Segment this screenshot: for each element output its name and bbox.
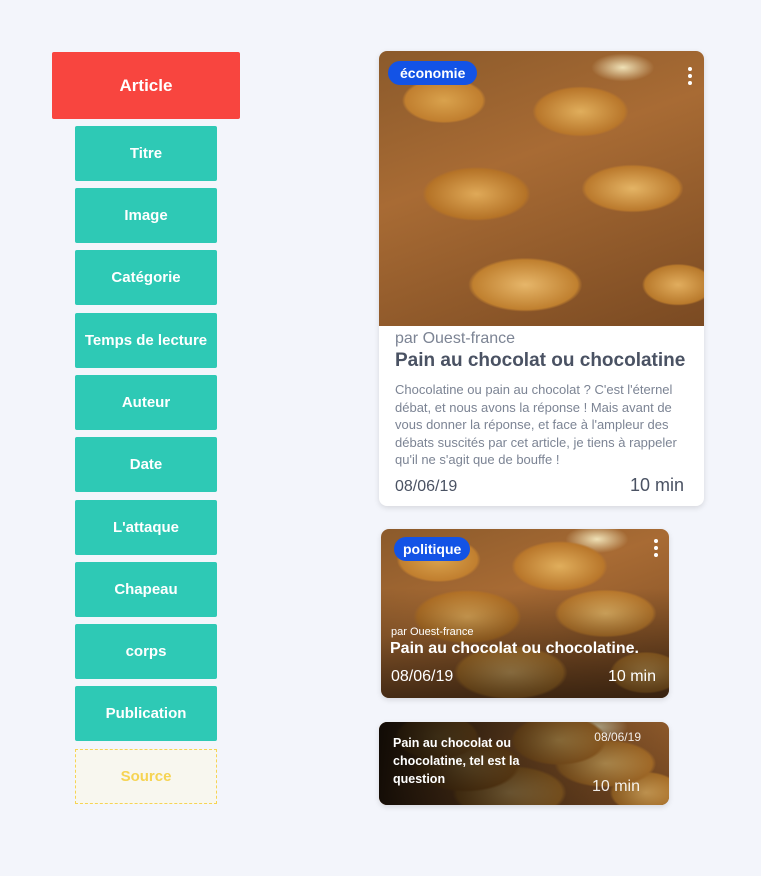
field-source-optional: Source: [75, 749, 217, 804]
field-attaque: L'attaque: [75, 500, 217, 555]
article-date: 08/06/19: [594, 730, 641, 744]
article-card-medium[interactable]: politique par Ouest-france Pain au choco…: [381, 529, 669, 698]
reading-time: 10 min: [591, 778, 640, 795]
field-titre: Titre: [75, 126, 217, 181]
article-description: Chocolatine ou pain au chocolat ? C'est …: [395, 382, 677, 467]
more-options-icon[interactable]: [688, 67, 692, 85]
category-badge[interactable]: politique: [394, 537, 471, 561]
field-publication: Publication: [75, 686, 217, 741]
reading-time: 10 min: [607, 668, 656, 685]
field-categorie: Catégorie: [75, 250, 217, 305]
field-date: Date: [75, 437, 217, 492]
article-image: [379, 51, 704, 326]
field-temps-de-lecture: Temps de lecture: [75, 313, 217, 368]
category-badge[interactable]: économie: [388, 61, 478, 85]
article-title[interactable]: Pain au chocolat ou chocolatine, tel est…: [393, 734, 523, 788]
field-auteur: Auteur: [75, 375, 217, 430]
article-card-large[interactable]: économie par Ouest-france Pain au chocol…: [379, 51, 704, 506]
field-image: Image: [75, 188, 217, 243]
article-date: 08/06/19: [391, 668, 454, 685]
reading-time: 10 min: [629, 475, 684, 495]
article-card-small[interactable]: Pain au chocolat ou chocolatine, tel est…: [379, 722, 669, 805]
article-source: par Ouest-france: [391, 626, 474, 638]
field-corps: corps: [75, 624, 217, 679]
article-title[interactable]: Pain au chocolat ou chocolatine.: [390, 640, 639, 658]
article-title[interactable]: Pain au chocolat ou chocolatine: [395, 350, 685, 372]
article-block: Article: [52, 52, 240, 119]
field-chapeau: Chapeau: [75, 562, 217, 617]
more-options-icon[interactable]: [654, 539, 658, 557]
article-source: par Ouest-france: [395, 330, 516, 347]
article-date: 08/06/19: [395, 478, 458, 495]
